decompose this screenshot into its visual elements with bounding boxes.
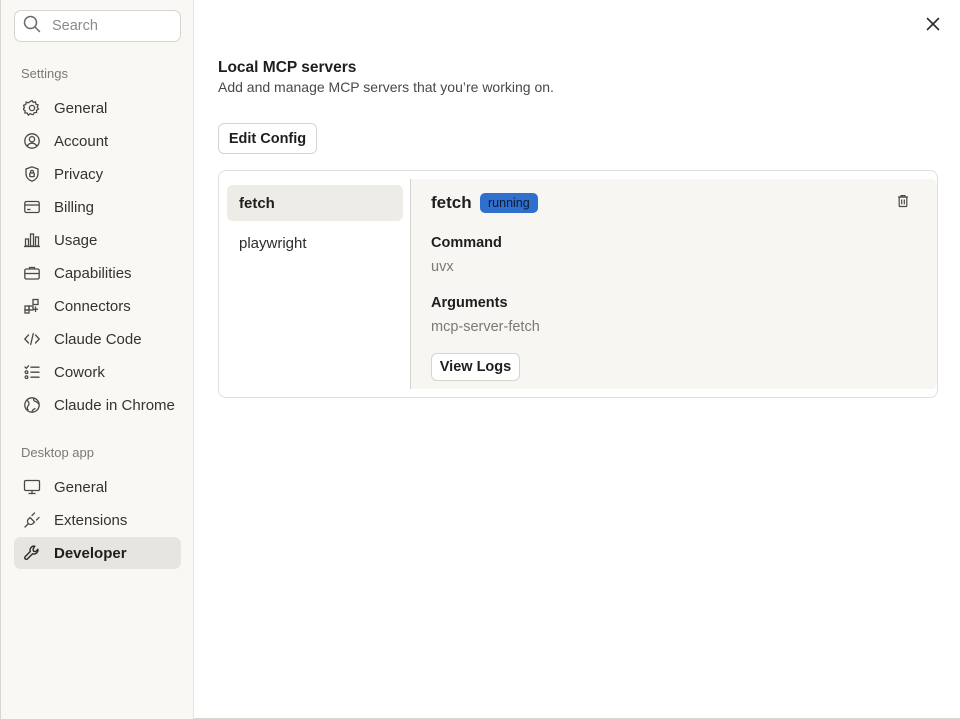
sidebar-item-developer[interactable]: Developer — [14, 537, 181, 569]
status-badge: running — [480, 193, 538, 213]
server-item-playwright[interactable]: playwright — [227, 225, 403, 261]
sidebar-item-claude-in-chrome[interactable]: Claude in Chrome — [14, 389, 181, 421]
command-value: uvx — [431, 259, 454, 275]
sidebar-item-usage[interactable]: Usage — [14, 224, 181, 256]
sidebar-item-billing[interactable]: Billing — [14, 191, 181, 223]
view-logs-button[interactable]: View Logs — [431, 353, 520, 381]
sidebar-item-label: General — [54, 478, 108, 496]
close-button[interactable] — [922, 15, 944, 37]
credit-card-icon — [23, 198, 41, 216]
gear-icon — [23, 99, 41, 117]
sidebar-item-label: Capabilities — [54, 264, 132, 282]
trash-icon — [895, 195, 911, 213]
wrench-icon — [23, 544, 41, 562]
page-subtitle: Add and manage MCP servers that you’re w… — [218, 79, 554, 95]
desktop-section-label: Desktop app — [21, 445, 94, 460]
globe-icon — [23, 396, 41, 414]
sidebar-item-label: Billing — [54, 198, 95, 216]
plug-icon — [23, 511, 41, 529]
sidebar-item-label: Extensions — [54, 511, 128, 529]
server-list: fetch playwright — [227, 185, 403, 265]
shield-icon — [23, 165, 41, 183]
search-box[interactable] — [14, 10, 181, 42]
sidebar: Settings General Account Privacy Billing… — [1, 0, 194, 719]
page-title: Local MCP servers — [218, 59, 357, 76]
code-icon — [23, 330, 41, 348]
sidebar-item-label: Privacy — [54, 165, 104, 183]
search-input[interactable] — [52, 18, 172, 34]
grid-plus-icon — [23, 297, 41, 315]
monitor-icon — [23, 478, 41, 496]
server-item-fetch[interactable]: fetch — [227, 185, 403, 221]
servers-panel: fetch playwright fetch running Command u… — [218, 170, 938, 398]
sidebar-item-label: Account — [54, 132, 109, 150]
sidebar-item-label: Connectors — [54, 297, 131, 315]
server-detail: fetch running Command uvx Arguments mcp-… — [411, 179, 937, 389]
sidebar-item-extensions[interactable]: Extensions — [14, 504, 181, 536]
settings-section-label: Settings — [21, 66, 68, 81]
close-icon — [926, 17, 940, 36]
sidebar-item-connectors[interactable]: Connectors — [14, 290, 181, 322]
briefcase-icon — [23, 264, 41, 282]
arguments-label: Arguments — [431, 295, 508, 311]
sidebar-item-desktop-general[interactable]: General — [14, 471, 181, 503]
server-name: fetch — [431, 193, 472, 212]
bar-chart-icon — [23, 231, 41, 249]
sidebar-item-label: Developer — [54, 544, 127, 562]
sidebar-item-general[interactable]: General — [14, 92, 181, 124]
edit-config-button[interactable]: Edit Config — [218, 123, 317, 154]
settings-window: Settings General Account Privacy Billing… — [0, 0, 960, 719]
search-icon — [23, 15, 41, 38]
command-label: Command — [431, 235, 502, 251]
sidebar-item-privacy[interactable]: Privacy — [14, 158, 181, 190]
sidebar-item-label: Cowork — [54, 363, 105, 381]
sidebar-item-label: Claude in Chrome — [54, 396, 175, 414]
delete-server-button[interactable] — [895, 193, 911, 209]
checklist-icon — [23, 363, 41, 381]
sidebar-item-capabilities[interactable]: Capabilities — [14, 257, 181, 289]
user-circle-icon — [23, 132, 41, 150]
sidebar-item-label: Usage — [54, 231, 98, 249]
sidebar-item-label: General — [54, 99, 108, 117]
sidebar-item-account[interactable]: Account — [14, 125, 181, 157]
arguments-value: mcp-server-fetch — [431, 319, 540, 335]
sidebar-item-cowork[interactable]: Cowork — [14, 356, 181, 388]
sidebar-item-label: Claude Code — [54, 330, 142, 348]
sidebar-item-claude-code[interactable]: Claude Code — [14, 323, 181, 355]
